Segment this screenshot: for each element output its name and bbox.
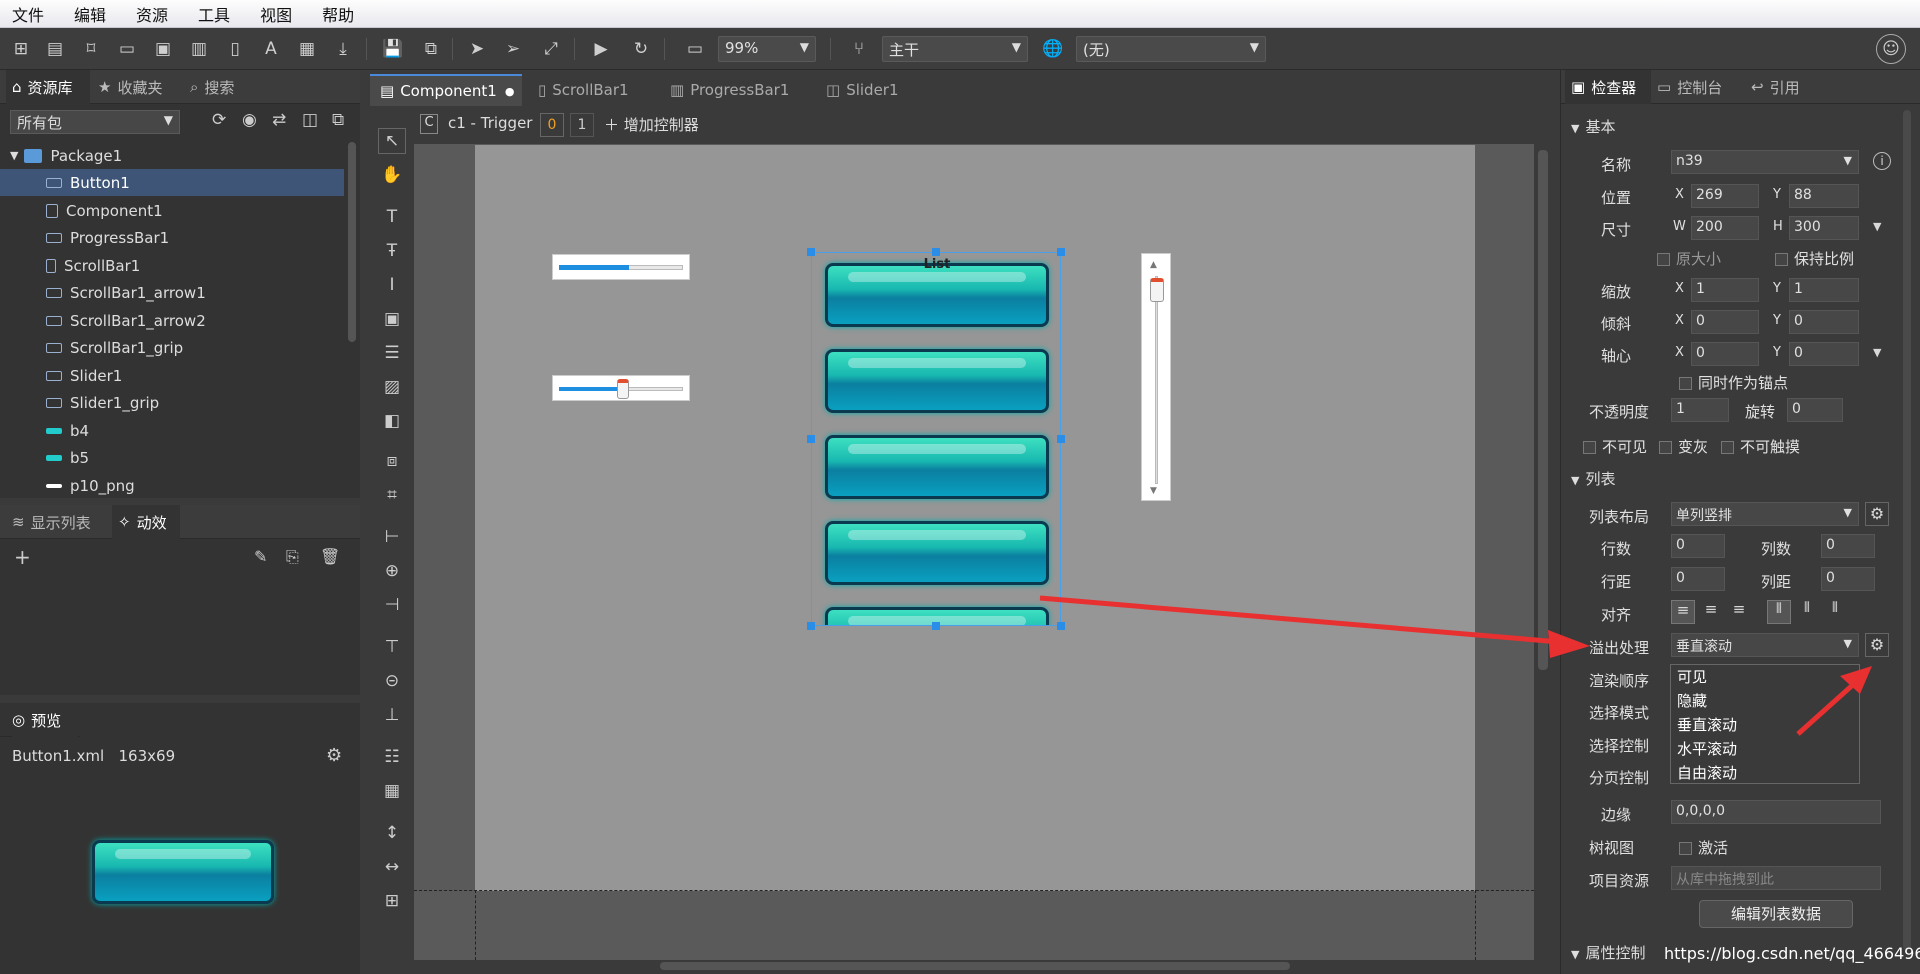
- annotation-arrow-head: [1548, 630, 1590, 658]
- list-label: List: [923, 257, 951, 272]
- annotation-arrow-line: [1796, 680, 1858, 736]
- watermark: https://blog.csdn.net/qq_46649692: [1664, 944, 1920, 963]
- annotation-arrow-line: [1039, 595, 1561, 645]
- annotation-arrows: [1039, 595, 1872, 736]
